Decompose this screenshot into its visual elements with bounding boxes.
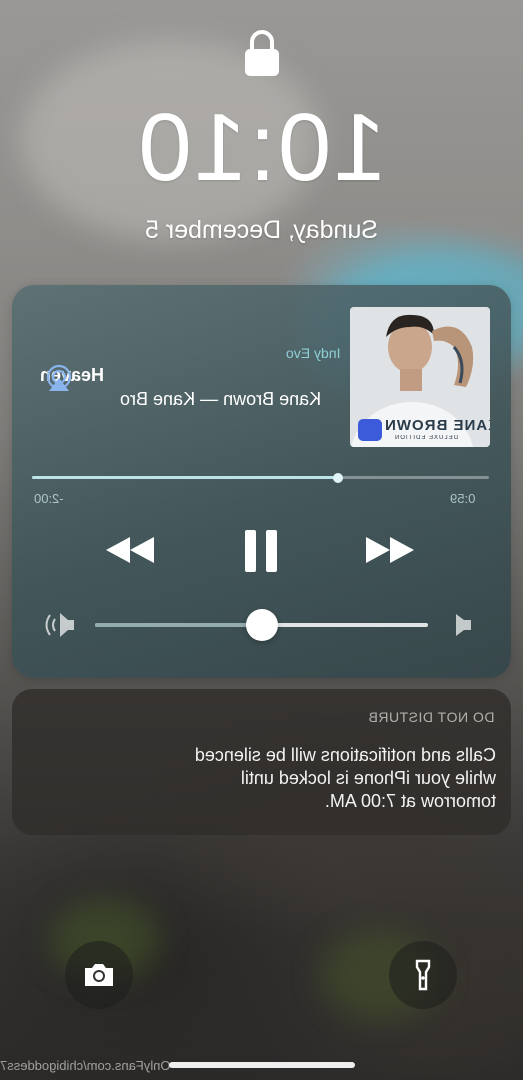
- dnd-message-line: tomorrow at 7:00 AM.: [324, 791, 496, 811]
- fast-forward-button[interactable]: [364, 535, 416, 565]
- watermark-text: OnlyFans.com/chibigoddess7: [0, 1058, 171, 1073]
- dnd-message-line: while your iPhone is locked until: [240, 768, 496, 788]
- lock-date: Sunday, December 5: [145, 216, 378, 244]
- volume-loud-icon: [45, 613, 74, 637]
- dnd-message: Calls and notifications will be silenced…: [132, 744, 496, 813]
- do-not-disturb-notification[interactable]: DO NOT DISTURB Calls and notifications w…: [12, 689, 511, 835]
- remaining-time: -2:00: [34, 491, 64, 506]
- music-badge-icon: [358, 419, 382, 441]
- camera-icon: [85, 964, 113, 986]
- flashlight-button[interactable]: [389, 941, 457, 1009]
- volume-fill: [95, 623, 262, 627]
- track-artist: Kane Brown — Kane Bro: [120, 387, 340, 411]
- elapsed-time: 0:59: [450, 491, 476, 506]
- now-playing-widget: KANE BROWN DELUXE EDITION Indy Evo Heave…: [12, 285, 511, 678]
- camera-button[interactable]: [65, 941, 133, 1009]
- scrubber-knob[interactable]: [333, 473, 344, 483]
- track-info: Indy Evo Heaven Kane Brown — Kane Bro: [40, 343, 340, 411]
- airplay-icon[interactable]: [44, 364, 74, 394]
- pause-button[interactable]: [244, 529, 278, 573]
- album-art[interactable]: KANE BROWN DELUXE EDITION: [350, 307, 490, 447]
- flashlight-icon: [415, 959, 431, 991]
- rewind-button[interactable]: [104, 535, 156, 565]
- track-artist-text: Kane Brown — Kane Bro: [120, 389, 322, 409]
- track-source: Indy Evo: [285, 345, 340, 361]
- track-title: Heaven: [40, 365, 105, 385]
- moon-icon: [48, 764, 76, 792]
- dnd-header: DO NOT DISTURB: [368, 709, 495, 725]
- playback-scrubber[interactable]: [32, 473, 489, 483]
- scrubber-progress: [32, 476, 339, 479]
- album-art-title: KANE BROWN: [384, 417, 490, 434]
- lock-clock: 10:10: [136, 94, 387, 201]
- lock-icon: [245, 30, 279, 76]
- volume-slider[interactable]: [95, 609, 428, 641]
- home-indicator[interactable]: [169, 1062, 355, 1068]
- dnd-message-line: Calls and notifications will be silenced: [194, 745, 496, 765]
- volume-knob[interactable]: [245, 609, 278, 641]
- volume-control: [42, 607, 482, 643]
- album-art-edition: DELUXE EDITION: [394, 435, 459, 441]
- volume-soft-icon: [456, 614, 471, 636]
